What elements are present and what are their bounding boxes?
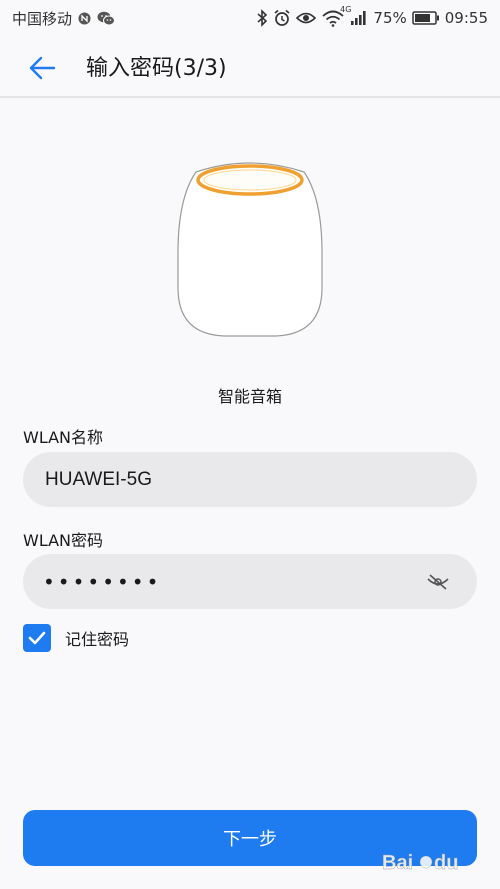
status-bar: 中国移动 4G 75% 09:55 bbox=[0, 0, 500, 36]
remember-password-checkbox[interactable] bbox=[23, 624, 51, 652]
next-button[interactable]: 下一步 bbox=[23, 810, 477, 866]
nfc-icon bbox=[78, 12, 91, 25]
signal-icon bbox=[350, 10, 368, 26]
wifi-password-screen: 中国移动 4G 75% 09:55 输入密码(3/3) 智能音箱 WLAN名称 … bbox=[0, 0, 500, 889]
ssid-label: WLAN名称 bbox=[23, 428, 104, 447]
device-name: 智能音箱 bbox=[217, 387, 282, 406]
arrow-left-icon bbox=[29, 56, 56, 80]
clock: 09:55 bbox=[444, 9, 488, 27]
title-bar: 输入密码(3/3) bbox=[0, 36, 500, 98]
battery-percent: 75% bbox=[373, 9, 407, 27]
battery-icon bbox=[412, 11, 440, 25]
show-password-button[interactable] bbox=[425, 570, 451, 594]
password-label: WLAN密码 bbox=[23, 531, 104, 550]
page-title: 输入密码(3/3) bbox=[86, 56, 227, 81]
status-left: 中国移动 bbox=[12, 8, 116, 29]
password-value: •••••••• bbox=[43, 569, 162, 594]
checkmark-icon bbox=[28, 631, 46, 645]
remember-password-row: 记住密码 bbox=[23, 624, 129, 652]
carrier-name: 中国移动 bbox=[12, 9, 73, 28]
remember-password-label: 记住密码 bbox=[65, 630, 130, 649]
next-button-label: 下一步 bbox=[223, 829, 277, 850]
back-button[interactable] bbox=[22, 48, 62, 88]
password-field[interactable]: •••••••• bbox=[23, 554, 477, 609]
wechat-icon bbox=[97, 11, 116, 26]
smart-speaker-illustration bbox=[176, 158, 324, 338]
eye-comfort-icon bbox=[296, 11, 317, 25]
eye-hidden-icon bbox=[427, 574, 449, 590]
ssid-value: HUAWEI-5G bbox=[45, 468, 152, 490]
wifi-icon: 4G bbox=[321, 5, 351, 27]
bluetooth-icon bbox=[256, 9, 268, 27]
alarm-icon bbox=[273, 9, 291, 27]
network-type-badge: 4G bbox=[340, 5, 352, 14]
ssid-field[interactable]: HUAWEI-5G bbox=[23, 452, 477, 507]
status-right: 4G 75% 09:55 bbox=[256, 5, 488, 27]
